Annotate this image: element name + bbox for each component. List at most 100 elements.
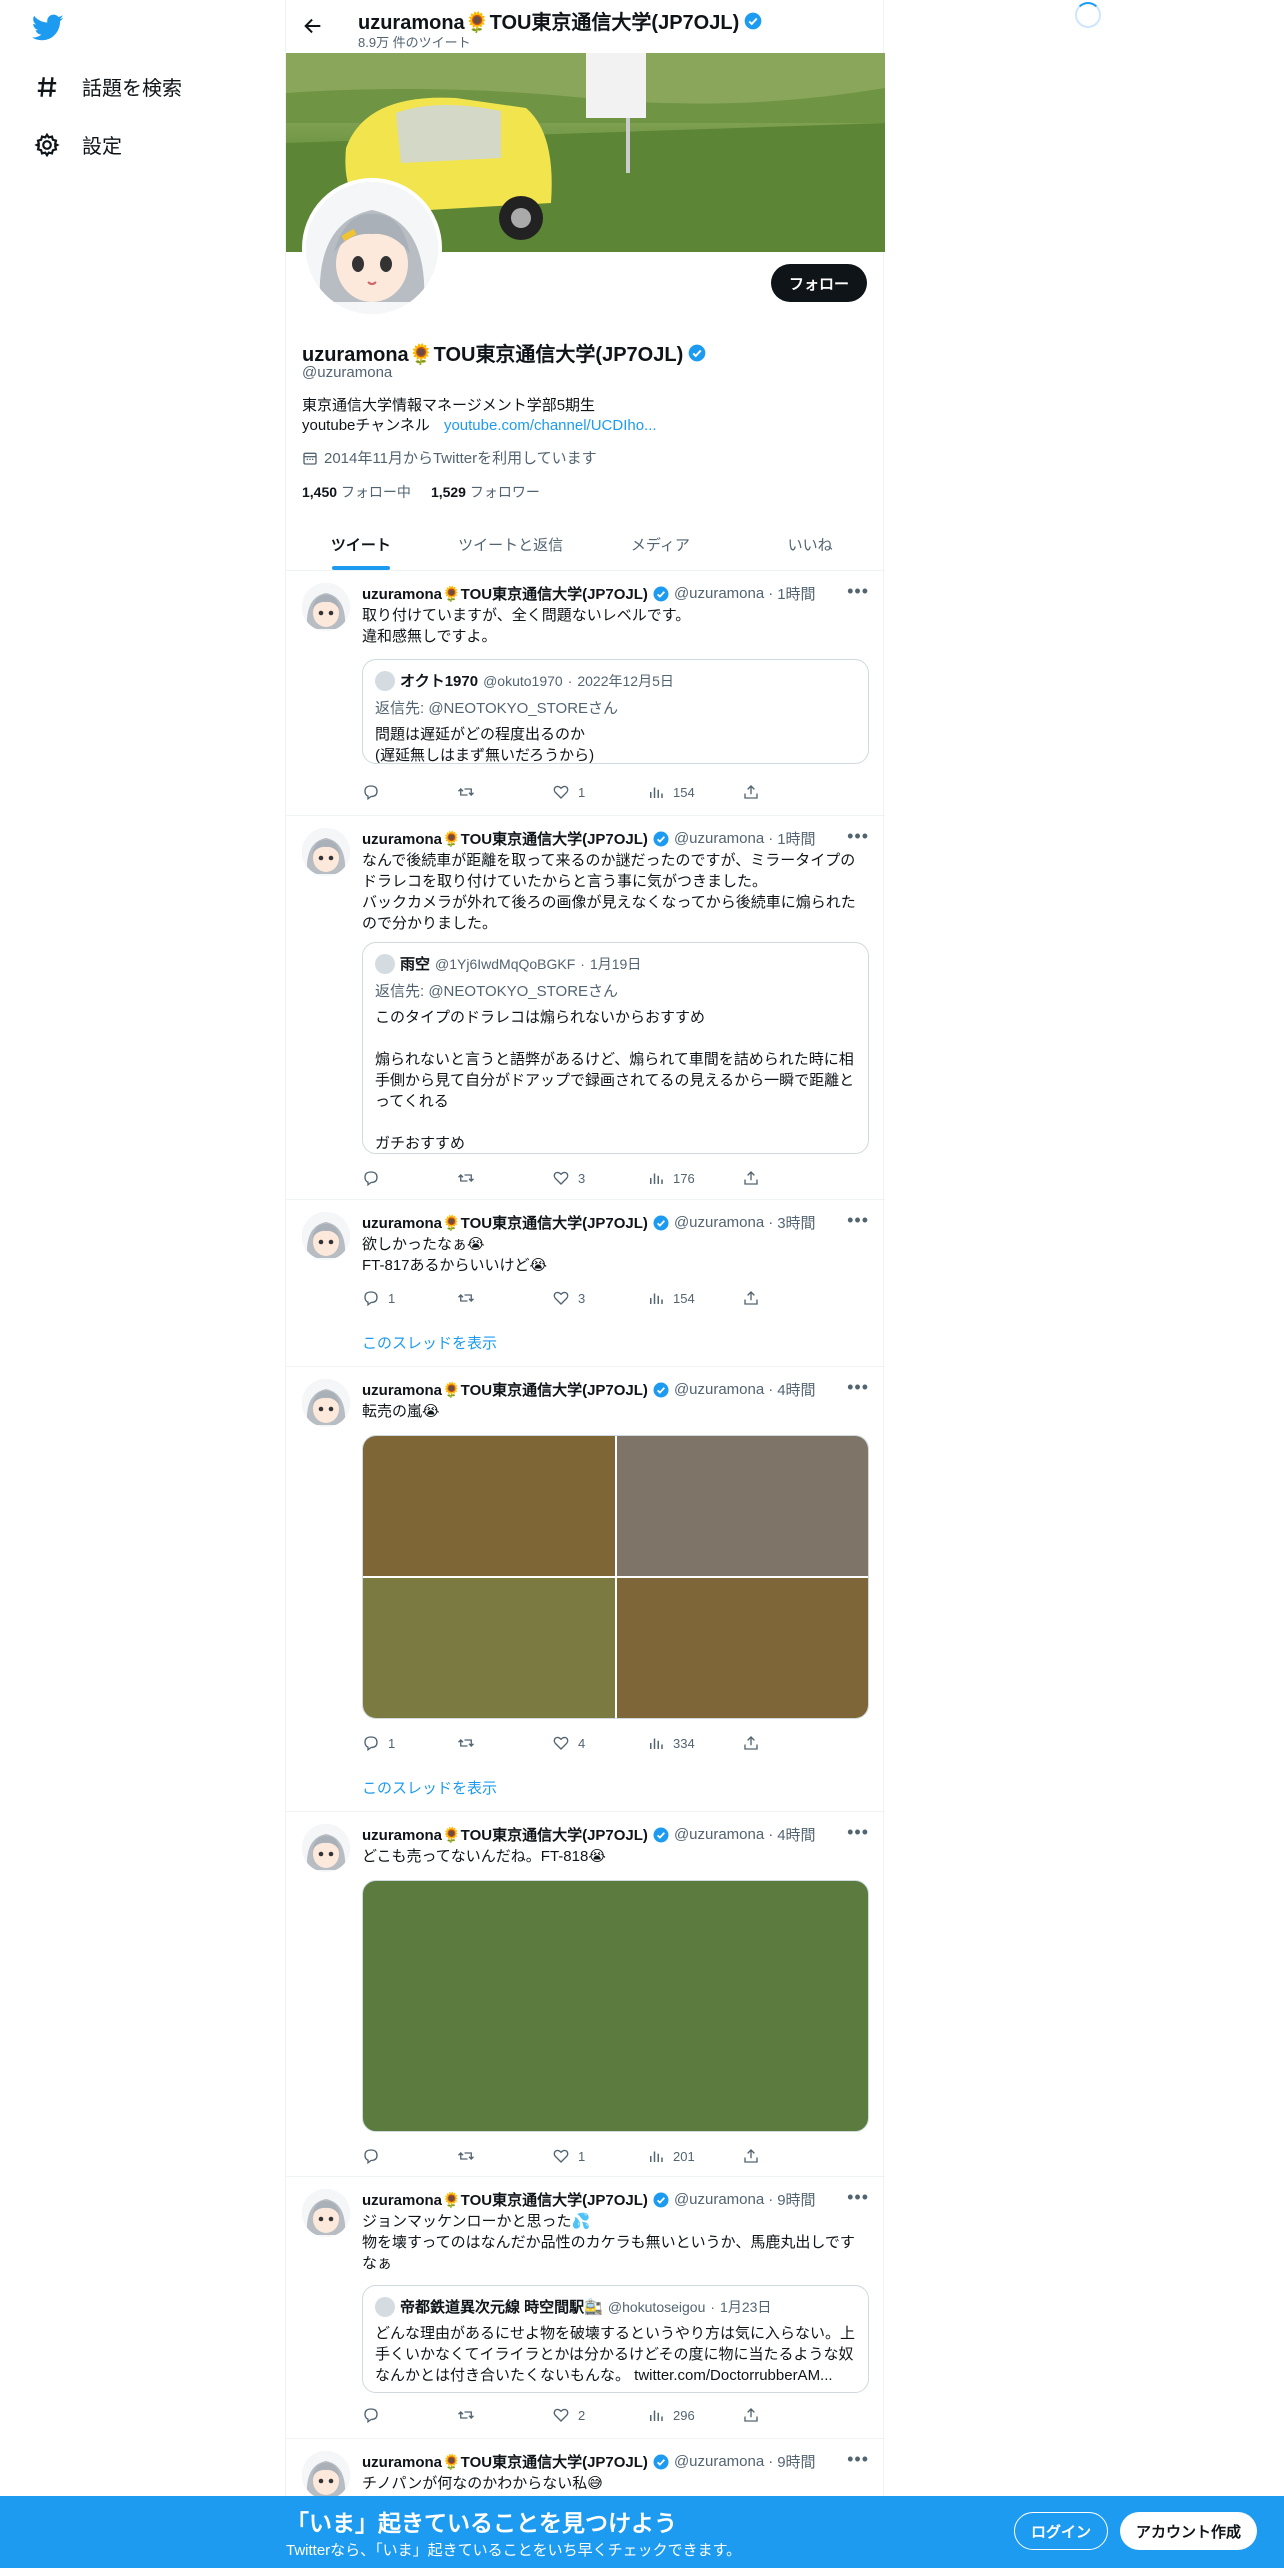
tweet-photo[interactable] — [363, 1436, 615, 1576]
tweet-photo[interactable] — [616, 1436, 868, 1576]
reply-button[interactable] — [362, 2146, 422, 2166]
tweet[interactable]: uzuramona🌻TOU東京通信大学(JP7OJL) @uzuramona ·… — [286, 1367, 885, 1812]
tweet-avatar[interactable] — [302, 2189, 350, 2237]
retweet-button[interactable] — [457, 1733, 517, 1753]
tweet-time[interactable]: 9時間 — [777, 2451, 815, 2472]
views-button[interactable]: 296 — [647, 2405, 707, 2425]
more-options-icon[interactable]: ••• — [847, 1210, 869, 1231]
tweet-handle[interactable]: @uzuramona — [674, 1826, 764, 1843]
login-button[interactable]: ログイン — [1014, 2512, 1109, 2550]
signup-button[interactable]: アカウント作成 — [1120, 2512, 1258, 2550]
share-button[interactable] — [742, 2146, 802, 2166]
tweet-time[interactable]: 9時間 — [777, 2189, 815, 2210]
tweet[interactable]: uzuramona🌻TOU東京通信大学(JP7OJL) @uzuramona ·… — [286, 1200, 885, 1367]
tweet-author-name[interactable]: uzuramona🌻TOU東京通信大学(JP7OJL) — [362, 583, 648, 604]
share-button[interactable] — [742, 2405, 802, 2425]
tab-likes[interactable]: いいね — [735, 518, 885, 570]
tweet-avatar[interactable] — [302, 1379, 350, 1427]
tweet-handle[interactable]: @uzuramona — [674, 2191, 764, 2208]
show-thread-link[interactable]: このスレッドを表示 — [362, 1777, 497, 1798]
reply-button[interactable] — [362, 2405, 422, 2425]
more-options-icon[interactable]: ••• — [847, 2449, 869, 2470]
tab-tweets-and-replies[interactable]: ツイートと返信 — [436, 518, 586, 570]
quoted-tweet[interactable]: 帝都鉄道異次元線 時空間駅🚉 @hokutoseigou · 1月23日 どんな… — [362, 2285, 869, 2393]
quoted-tweet[interactable]: 雨空 @1Yj6IwdMqQoBGKF · 1月19日 返信先: @NEOTOK… — [362, 942, 869, 1154]
tweet-handle[interactable]: @uzuramona — [674, 2453, 764, 2470]
like-button[interactable]: 1 — [552, 2146, 612, 2166]
tweet-avatar[interactable] — [302, 2451, 350, 2499]
joined-text: 2014年11月からTwitterを利用しています — [324, 450, 597, 467]
more-options-icon[interactable]: ••• — [847, 2187, 869, 2208]
retweet-button[interactable] — [457, 2146, 517, 2166]
like-button[interactable]: 1 — [552, 782, 612, 802]
tweet-avatar[interactable] — [302, 1824, 350, 1872]
tweet-avatar[interactable] — [302, 828, 350, 876]
tweet-time[interactable]: 1時間 — [777, 828, 815, 849]
views-button[interactable]: 201 — [647, 2146, 707, 2166]
profile-avatar[interactable] — [302, 178, 442, 318]
tweet-avatar[interactable] — [302, 583, 350, 631]
tweet-author-name[interactable]: uzuramona🌻TOU東京通信大学(JP7OJL) — [362, 2451, 648, 2472]
tweet-handle[interactable]: @uzuramona — [674, 1381, 764, 1398]
tweet-time[interactable]: 1時間 — [777, 583, 815, 604]
views-button[interactable]: 334 — [647, 1733, 707, 1753]
tweet-avatar[interactable] — [302, 1212, 350, 1260]
tweet-photo[interactable] — [363, 1578, 615, 1718]
share-icon — [744, 1736, 758, 1750]
following-stat[interactable]: 1,450 フォロー中 — [302, 482, 411, 502]
tweet[interactable]: uzuramona🌻TOU東京通信大学(JP7OJL) @uzuramona ·… — [286, 571, 885, 816]
like-button[interactable]: 2 — [552, 2405, 612, 2425]
like-button[interactable]: 3 — [552, 1168, 612, 1188]
share-button[interactable] — [742, 1288, 802, 1308]
nav-settings[interactable]: 設定 — [34, 130, 122, 159]
share-button[interactable] — [742, 1733, 802, 1753]
views-button[interactable]: 154 — [647, 1288, 707, 1308]
back-arrow-icon[interactable] — [302, 15, 324, 37]
show-thread-link[interactable]: このスレッドを表示 — [362, 1332, 497, 1353]
views-button[interactable]: 176 — [647, 1168, 707, 1188]
share-button[interactable] — [742, 782, 802, 802]
more-options-icon[interactable]: ••• — [847, 581, 869, 602]
like-button[interactable]: 3 — [552, 1288, 612, 1308]
retweet-button[interactable] — [457, 1168, 517, 1188]
tweet-author-name[interactable]: uzuramona🌻TOU東京通信大学(JP7OJL) — [362, 828, 648, 849]
tweet-author-name[interactable]: uzuramona🌻TOU東京通信大学(JP7OJL) — [362, 1824, 648, 1845]
bio-link[interactable]: youtube.com/channel/UCDIho... — [444, 417, 657, 434]
tweet-time[interactable]: 3時間 — [777, 1212, 815, 1233]
share-button[interactable] — [742, 1168, 802, 1188]
retweet-button[interactable] — [457, 1288, 517, 1308]
quoted-tweet[interactable]: オクト1970 @okuto1970 · 2022年12月5日 返信先: @NE… — [362, 659, 869, 764]
tweet-time[interactable]: 4時間 — [777, 1379, 815, 1400]
tab-media[interactable]: メディア — [586, 518, 736, 570]
reply-button[interactable] — [362, 1168, 422, 1188]
tweet-handle[interactable]: @uzuramona — [674, 1214, 764, 1231]
tweet-author-name[interactable]: uzuramona🌻TOU東京通信大学(JP7OJL) — [362, 1379, 648, 1400]
reply-button[interactable] — [362, 782, 422, 802]
views-button[interactable]: 154 — [647, 782, 707, 802]
followers-stat[interactable]: 1,529 フォロワー — [431, 482, 540, 502]
nav-explore[interactable]: 話題を検索 — [34, 72, 182, 101]
more-options-icon[interactable]: ••• — [847, 1377, 869, 1398]
tweet[interactable]: uzuramona🌻TOU東京通信大学(JP7OJL) @uzuramona ·… — [286, 816, 885, 1200]
profile-header-bar: uzuramona🌻TOU東京通信大学(JP7OJL) 8.9万 件のツイート — [286, 0, 885, 53]
tweet-author-name[interactable]: uzuramona🌻TOU東京通信大学(JP7OJL) — [362, 1212, 648, 1233]
retweet-button[interactable] — [457, 2405, 517, 2425]
tweet-time[interactable]: 4時間 — [777, 1824, 815, 1845]
reply-count: 1 — [388, 1290, 396, 1306]
tweet[interactable]: uzuramona🌻TOU東京通信大学(JP7OJL) @uzuramona ·… — [286, 1812, 885, 2177]
tweet[interactable]: uzuramona🌻TOU東京通信大学(JP7OJL) @uzuramona ·… — [286, 2177, 885, 2439]
twitter-logo-icon[interactable] — [32, 14, 64, 42]
tweet-photo[interactable] — [362, 1880, 869, 2132]
like-button[interactable]: 4 — [552, 1733, 612, 1753]
tab-tweets[interactable]: ツイート — [286, 518, 436, 570]
tweet-author-name[interactable]: uzuramona🌻TOU東京通信大学(JP7OJL) — [362, 2189, 648, 2210]
tweet-handle[interactable]: @uzuramona — [674, 830, 764, 847]
reply-button[interactable]: 1 — [362, 1733, 422, 1753]
more-options-icon[interactable]: ••• — [847, 1822, 869, 1843]
retweet-button[interactable] — [457, 782, 517, 802]
tweet-photo[interactable] — [616, 1578, 868, 1718]
tweet-handle[interactable]: @uzuramona — [674, 585, 764, 602]
follow-button[interactable]: フォロー — [770, 264, 867, 302]
more-options-icon[interactable]: ••• — [847, 826, 869, 847]
reply-button[interactable]: 1 — [362, 1288, 422, 1308]
